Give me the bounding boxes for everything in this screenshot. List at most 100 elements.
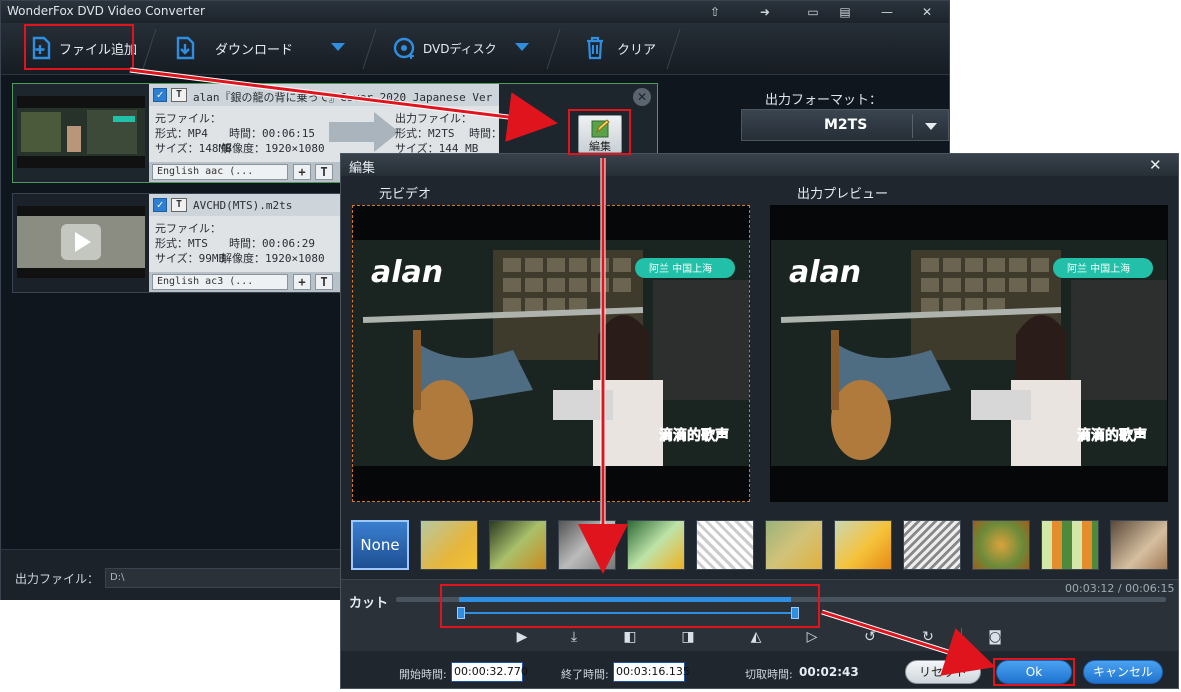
dvd-dropdown-icon[interactable] — [515, 43, 529, 51]
source-video-player[interactable]: 阿兰 中国上海 alan 滴滴的歌声 — [352, 205, 750, 502]
edit-dialog-title: 編集 — [349, 161, 376, 176]
source-duration: 時間：00:06:15 — [229, 127, 315, 140]
add-file-button[interactable]: ファイル追加 — [31, 31, 137, 65]
output-format-select[interactable]: M2TS — [741, 109, 949, 141]
ok-label: Ok — [1025, 665, 1043, 679]
register-icon[interactable]: ▤ — [831, 3, 859, 21]
download-icon — [176, 36, 195, 60]
clear-button[interactable]: クリア — [585, 31, 656, 65]
ok-button[interactable]: Ok — [996, 660, 1072, 684]
clip-time-label: 切取時間: — [745, 668, 793, 681]
source-size: サイズ：99MB — [155, 252, 226, 265]
video-thumbnail — [17, 96, 145, 168]
filter-none[interactable]: None — [351, 520, 409, 570]
select-checkbox[interactable]: ✓ — [153, 198, 167, 212]
filter-thumbnail[interactable] — [558, 520, 616, 570]
overlay-caption: 滴滴的歌声 — [659, 427, 729, 444]
edit-button[interactable]: 編集 — [578, 115, 622, 153]
overlay-tag: 阿兰 中国上海 — [1067, 262, 1130, 275]
download-dropdown-icon[interactable] — [331, 43, 345, 51]
output-label: 出力ファイル： — [395, 112, 472, 125]
overlay-caption: 滴滴的歌声 — [1077, 427, 1147, 444]
set-start-icon[interactable]: ⤓ — [563, 627, 585, 647]
start-time-input[interactable]: 00:00:32.770 — [451, 662, 528, 682]
filter-none-label: None — [360, 536, 400, 554]
download-button[interactable]: ダウンロード — [175, 31, 293, 65]
flip-vertical-icon[interactable]: ▷ — [801, 627, 823, 647]
filter-thumbnail[interactable] — [834, 520, 892, 570]
reset-button[interactable]: リセット — [905, 660, 981, 684]
edit-bottom-bar: 開始時間: 00:00:32.770 終了時間: 00:03:16.135 切取… — [341, 654, 1178, 688]
filter-thumbnail[interactable] — [903, 520, 961, 570]
output-folder-value: D:\ — [110, 572, 125, 583]
source-resolution: 解像度：1920×1080 — [221, 142, 325, 155]
rotate-left-icon[interactable]: ↺ — [859, 627, 881, 647]
time-display: 00:03:12 / 00:06:15 — [1065, 582, 1175, 595]
add-subtitle-button[interactable]: + — [293, 274, 311, 290]
cancel-button[interactable]: キャンセル — [1083, 660, 1163, 684]
rename-icon[interactable]: T — [171, 88, 187, 102]
toolbar-divider — [362, 29, 377, 69]
upload-icon[interactable]: ⇧ — [701, 3, 729, 21]
add-subtitle-button[interactable]: + — [293, 164, 311, 180]
filter-thumbnail[interactable] — [420, 520, 478, 570]
source-format: 形式：MP4 — [155, 127, 208, 140]
feedback-icon[interactable]: ▭ — [799, 3, 827, 21]
source-resolution: 解像度：1920×1080 — [221, 252, 325, 265]
filter-thumbnail[interactable] — [696, 520, 754, 570]
clip-time-value: 00:02:43 — [799, 665, 859, 679]
cut-range — [457, 607, 799, 619]
cut-start-handle[interactable] — [457, 607, 465, 619]
remove-item-icon[interactable]: ✕ — [633, 88, 651, 106]
add-file-label: ファイル追加 — [59, 42, 138, 58]
download-label: ダウンロード — [215, 42, 294, 58]
source-duration: 時間：00:06:29 — [229, 237, 315, 250]
share-icon[interactable]: ➜ — [751, 3, 779, 21]
select-checkbox[interactable]: ✓ — [153, 88, 167, 102]
filter-thumbnail[interactable] — [627, 520, 685, 570]
close-button[interactable]: ✕ — [913, 3, 941, 21]
output-folder-label: 出力ファイル： — [15, 572, 100, 586]
rename-icon[interactable]: T — [171, 198, 187, 212]
filter-thumbnail[interactable] — [972, 520, 1030, 570]
audio-track-select[interactable]: English aac (... — [152, 164, 288, 180]
source-format: 形式：MTS — [155, 237, 208, 250]
audio-track-value: English aac (... — [157, 166, 254, 177]
filter-thumbnail[interactable] — [1110, 520, 1168, 570]
trash-icon — [587, 36, 603, 60]
dialog-close-icon[interactable]: ✕ — [1149, 156, 1162, 174]
end-time-label: 終了時間: — [561, 668, 609, 681]
output-folder-input[interactable]: D:\ — [105, 568, 341, 588]
source-label: 元ファイル： — [155, 222, 221, 235]
next-frame-icon[interactable]: ◨ — [677, 627, 699, 647]
end-time-input[interactable]: 00:03:16.135 — [613, 662, 690, 682]
audio-track-value: English ac3 (... — [157, 276, 254, 287]
text-button[interactable]: T — [315, 164, 333, 180]
filter-thumbnail[interactable] — [765, 520, 823, 570]
snapshot-icon[interactable]: ◙ — [984, 627, 1006, 647]
rotate-right-icon[interactable]: ↻ — [917, 627, 939, 647]
edit-dialog: 編集 ✕ 元ビデオ 出力プレビュー 阿兰 中国上海 alan 滴滴的歌声 阿兰 … — [340, 153, 1179, 689]
prev-frame-icon[interactable]: ◧ — [619, 627, 641, 647]
start-time-label: 開始時間: — [399, 668, 447, 681]
source-label: 元ファイル： — [155, 112, 221, 125]
chevron-down-icon — [925, 123, 937, 130]
overlay-logo: alan — [371, 255, 443, 290]
overlay-tag: 阿兰 中国上海 — [649, 262, 712, 275]
edit-icon — [591, 119, 610, 138]
filter-thumbnail[interactable] — [489, 520, 547, 570]
play-icon[interactable]: ▶ — [511, 627, 533, 647]
text-button[interactable]: T — [315, 274, 333, 290]
dvd-disc-button[interactable]: DVDディスク — [393, 31, 497, 65]
source-video-frame: 阿兰 中国上海 alan 滴滴的歌声 — [353, 240, 749, 466]
filter-strip: None — [351, 520, 1169, 572]
flip-horizontal-icon[interactable]: ◭ — [745, 627, 767, 647]
filter-thumbnail[interactable] — [1041, 520, 1099, 570]
minimize-button[interactable]: — — [873, 3, 901, 21]
audio-track-select[interactable]: English ac3 (... — [152, 274, 288, 290]
output-format-label: 出力フォーマット： — [765, 93, 883, 108]
progress-fill — [459, 597, 791, 602]
cancel-label: キャンセル — [1092, 665, 1153, 679]
convert-arrow-icon — [329, 112, 399, 152]
cut-end-handle[interactable] — [791, 607, 799, 619]
